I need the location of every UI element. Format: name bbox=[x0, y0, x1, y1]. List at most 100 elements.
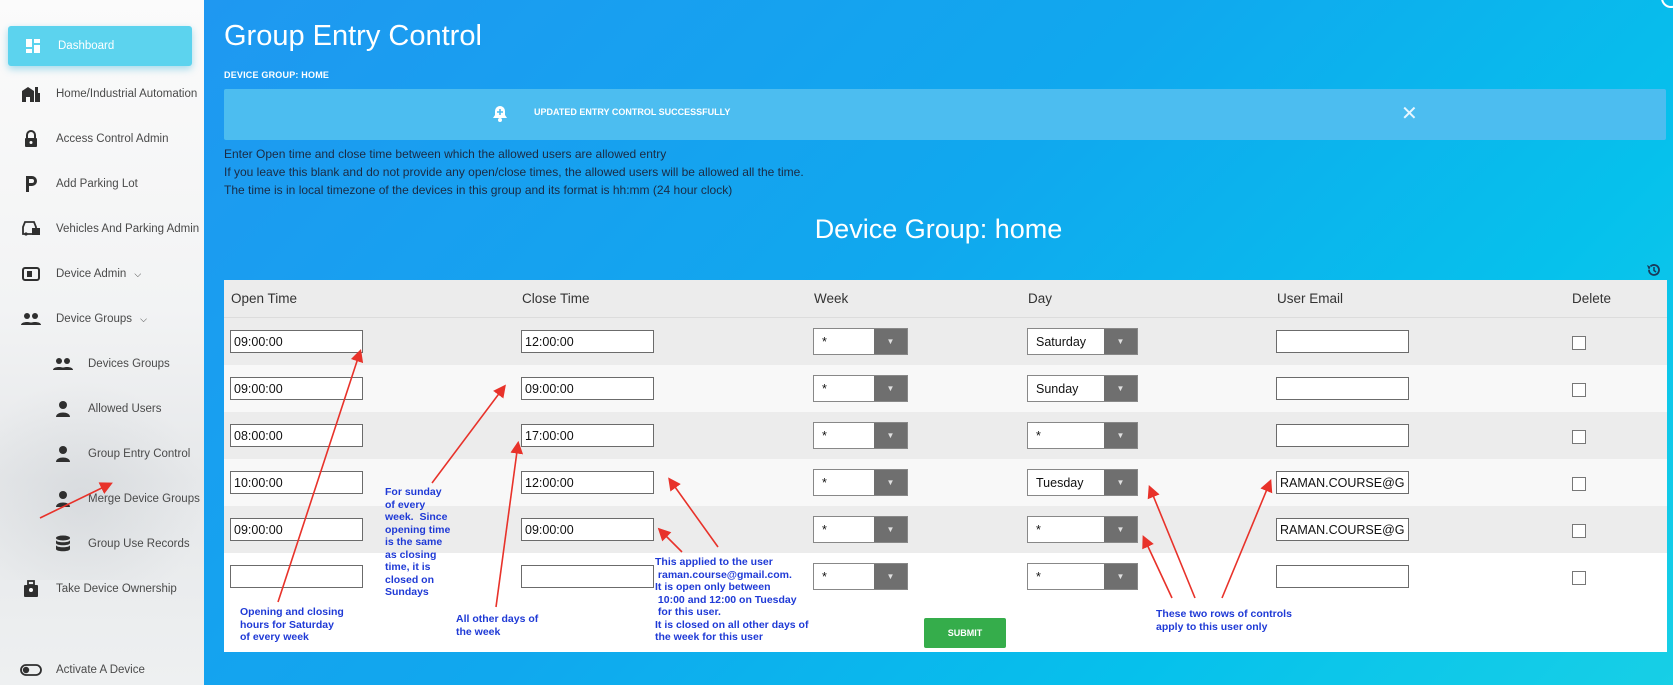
day-value: * bbox=[1036, 429, 1041, 443]
close-time-input[interactable] bbox=[521, 424, 654, 447]
user-email-input[interactable] bbox=[1276, 518, 1409, 541]
dropdown-arrow-icon: ▼ bbox=[1104, 517, 1137, 542]
sidebar-item-label: Device Admin bbox=[56, 268, 127, 280]
week-select[interactable]: * ▼ bbox=[813, 516, 908, 543]
user-email-input[interactable] bbox=[1276, 330, 1409, 353]
delete-checkbox[interactable] bbox=[1572, 477, 1586, 491]
close-time-input[interactable] bbox=[521, 471, 654, 494]
sidebar-item-label: Merge Device Groups bbox=[88, 493, 200, 505]
open-time-input[interactable] bbox=[230, 424, 363, 447]
bell-icon bbox=[492, 105, 508, 127]
user-email-input[interactable] bbox=[1276, 471, 1409, 494]
day-value: Tuesday bbox=[1036, 476, 1084, 490]
week-select[interactable]: * ▼ bbox=[813, 563, 908, 590]
success-alert: UPDATED ENTRY CONTROL SUCCESSFULLY ✕ bbox=[224, 89, 1666, 140]
database-icon bbox=[52, 533, 74, 555]
ownership-icon bbox=[20, 578, 42, 600]
sidebar-item-dashboard[interactable]: Dashboard bbox=[8, 26, 192, 66]
sidebar-item-activate-device[interactable]: Activate A Device bbox=[0, 650, 204, 685]
sidebar-item-label: Devices Groups bbox=[88, 358, 170, 370]
day-value: Saturday bbox=[1036, 335, 1087, 349]
dashboard-icon bbox=[22, 35, 44, 57]
close-time-input[interactable] bbox=[521, 518, 654, 541]
open-time-input[interactable] bbox=[230, 518, 363, 541]
people-icon bbox=[20, 308, 42, 330]
table-row: * ▼ * ▼ bbox=[224, 412, 1667, 459]
dropdown-arrow-icon: ▼ bbox=[1104, 470, 1137, 495]
dropdown-arrow-icon: ▼ bbox=[1104, 329, 1137, 354]
dropdown-arrow-icon: ▼ bbox=[1104, 564, 1137, 589]
corner-icon[interactable] bbox=[1661, 0, 1673, 8]
close-icon[interactable]: ✕ bbox=[1401, 101, 1418, 126]
dropdown-arrow-icon: ▼ bbox=[1104, 376, 1137, 401]
user-email-input[interactable] bbox=[1276, 377, 1409, 400]
day-select[interactable]: Saturday ▼ bbox=[1027, 328, 1138, 355]
sidebar-item-allowed-users[interactable]: Allowed Users bbox=[0, 389, 204, 429]
week-value: * bbox=[822, 570, 827, 584]
sidebar-item-label: Activate A Device bbox=[56, 664, 145, 676]
annotation-other-days: All other days of the week bbox=[456, 613, 539, 638]
week-select[interactable]: * ▼ bbox=[813, 422, 908, 449]
toggle-icon bbox=[20, 659, 42, 681]
sidebar-item-devices-groups[interactable]: Devices Groups bbox=[0, 344, 204, 384]
open-time-input[interactable] bbox=[230, 565, 363, 588]
day-select[interactable]: * ▼ bbox=[1027, 422, 1138, 449]
dropdown-arrow-icon: ▼ bbox=[874, 564, 907, 589]
dropdown-arrow-icon: ▼ bbox=[1104, 423, 1137, 448]
vehicle-icon bbox=[20, 218, 42, 240]
open-time-input[interactable] bbox=[230, 377, 363, 400]
header-delete: Delete bbox=[1572, 291, 1612, 306]
day-select[interactable]: Tuesday ▼ bbox=[1027, 469, 1138, 496]
delete-checkbox[interactable] bbox=[1572, 336, 1586, 350]
day-value: Sunday bbox=[1036, 382, 1079, 396]
delete-checkbox[interactable] bbox=[1572, 524, 1586, 538]
open-time-input[interactable] bbox=[230, 471, 363, 494]
header-day: Day bbox=[1028, 291, 1053, 306]
user-email-input[interactable] bbox=[1276, 424, 1409, 447]
day-select[interactable]: Sunday ▼ bbox=[1027, 375, 1138, 402]
table-row: * ▼ Saturday ▼ bbox=[224, 318, 1667, 365]
week-select[interactable]: * ▼ bbox=[813, 469, 908, 496]
close-time-input[interactable] bbox=[521, 377, 654, 400]
lock-icon bbox=[20, 128, 42, 150]
sidebar-item-group-entry-control[interactable]: Group Entry Control bbox=[0, 434, 204, 474]
sidebar-item-device-groups[interactable]: Device Groups ⌵ bbox=[0, 299, 204, 339]
sidebar-item-take-ownership[interactable]: Take Device Ownership bbox=[0, 569, 204, 609]
submit-button[interactable]: SUBMIT bbox=[924, 618, 1006, 648]
breadcrumb: DEVICE GROUP: HOME bbox=[224, 70, 330, 80]
sidebar-item-access-control[interactable]: Access Control Admin bbox=[0, 119, 204, 159]
info-line: The time is in local timezone of the dev… bbox=[224, 183, 733, 197]
sidebar-item-group-use-records[interactable]: Group Use Records bbox=[0, 524, 204, 564]
user-email-input[interactable] bbox=[1276, 565, 1409, 588]
week-select[interactable]: * ▼ bbox=[813, 375, 908, 402]
dropdown-arrow-icon: ▼ bbox=[874, 517, 907, 542]
page-title: Group Entry Control bbox=[224, 20, 482, 52]
annotation-saturday: Opening and closing hours for Saturday o… bbox=[240, 606, 344, 643]
sidebar-item-label: Allowed Users bbox=[88, 403, 162, 415]
day-select[interactable]: * ▼ bbox=[1027, 563, 1138, 590]
sidebar-item-vehicles[interactable]: Vehicles And Parking Admin bbox=[0, 209, 204, 249]
annotation-sunday: For sunday of every week. Since opening … bbox=[385, 486, 451, 598]
day-select[interactable]: * ▼ bbox=[1027, 516, 1138, 543]
device-group-title: Device Group: home bbox=[814, 214, 1063, 244]
delete-checkbox[interactable] bbox=[1572, 383, 1586, 397]
table-row: * ▼ Sunday ▼ bbox=[224, 365, 1667, 412]
sidebar-item-device-admin[interactable]: Device Admin ⌵ bbox=[0, 254, 204, 294]
delete-checkbox[interactable] bbox=[1572, 571, 1586, 585]
sidebar-item-label: Group Use Records bbox=[88, 538, 190, 550]
sidebar-item-home-automation[interactable]: Home/Industrial Automation bbox=[0, 74, 204, 114]
delete-checkbox[interactable] bbox=[1572, 430, 1586, 444]
sidebar-item-label: Access Control Admin bbox=[56, 133, 169, 145]
person-icon bbox=[52, 443, 74, 465]
open-time-input[interactable] bbox=[230, 330, 363, 353]
close-time-input[interactable] bbox=[521, 565, 654, 588]
header-user-email: User Email bbox=[1277, 291, 1344, 306]
day-value: * bbox=[1036, 570, 1041, 584]
sidebar-item-merge-groups[interactable]: Merge Device Groups bbox=[0, 479, 204, 519]
annotation-user: This applied to the user raman.course@gm… bbox=[655, 556, 809, 643]
sidebar-item-add-parking[interactable]: Add Parking Lot bbox=[0, 164, 204, 204]
sidebar-item-label: Home/Industrial Automation bbox=[56, 88, 198, 100]
week-select[interactable]: * ▼ bbox=[813, 328, 908, 355]
info-line: If you leave this blank and do not provi… bbox=[224, 165, 804, 179]
close-time-input[interactable] bbox=[521, 330, 654, 353]
